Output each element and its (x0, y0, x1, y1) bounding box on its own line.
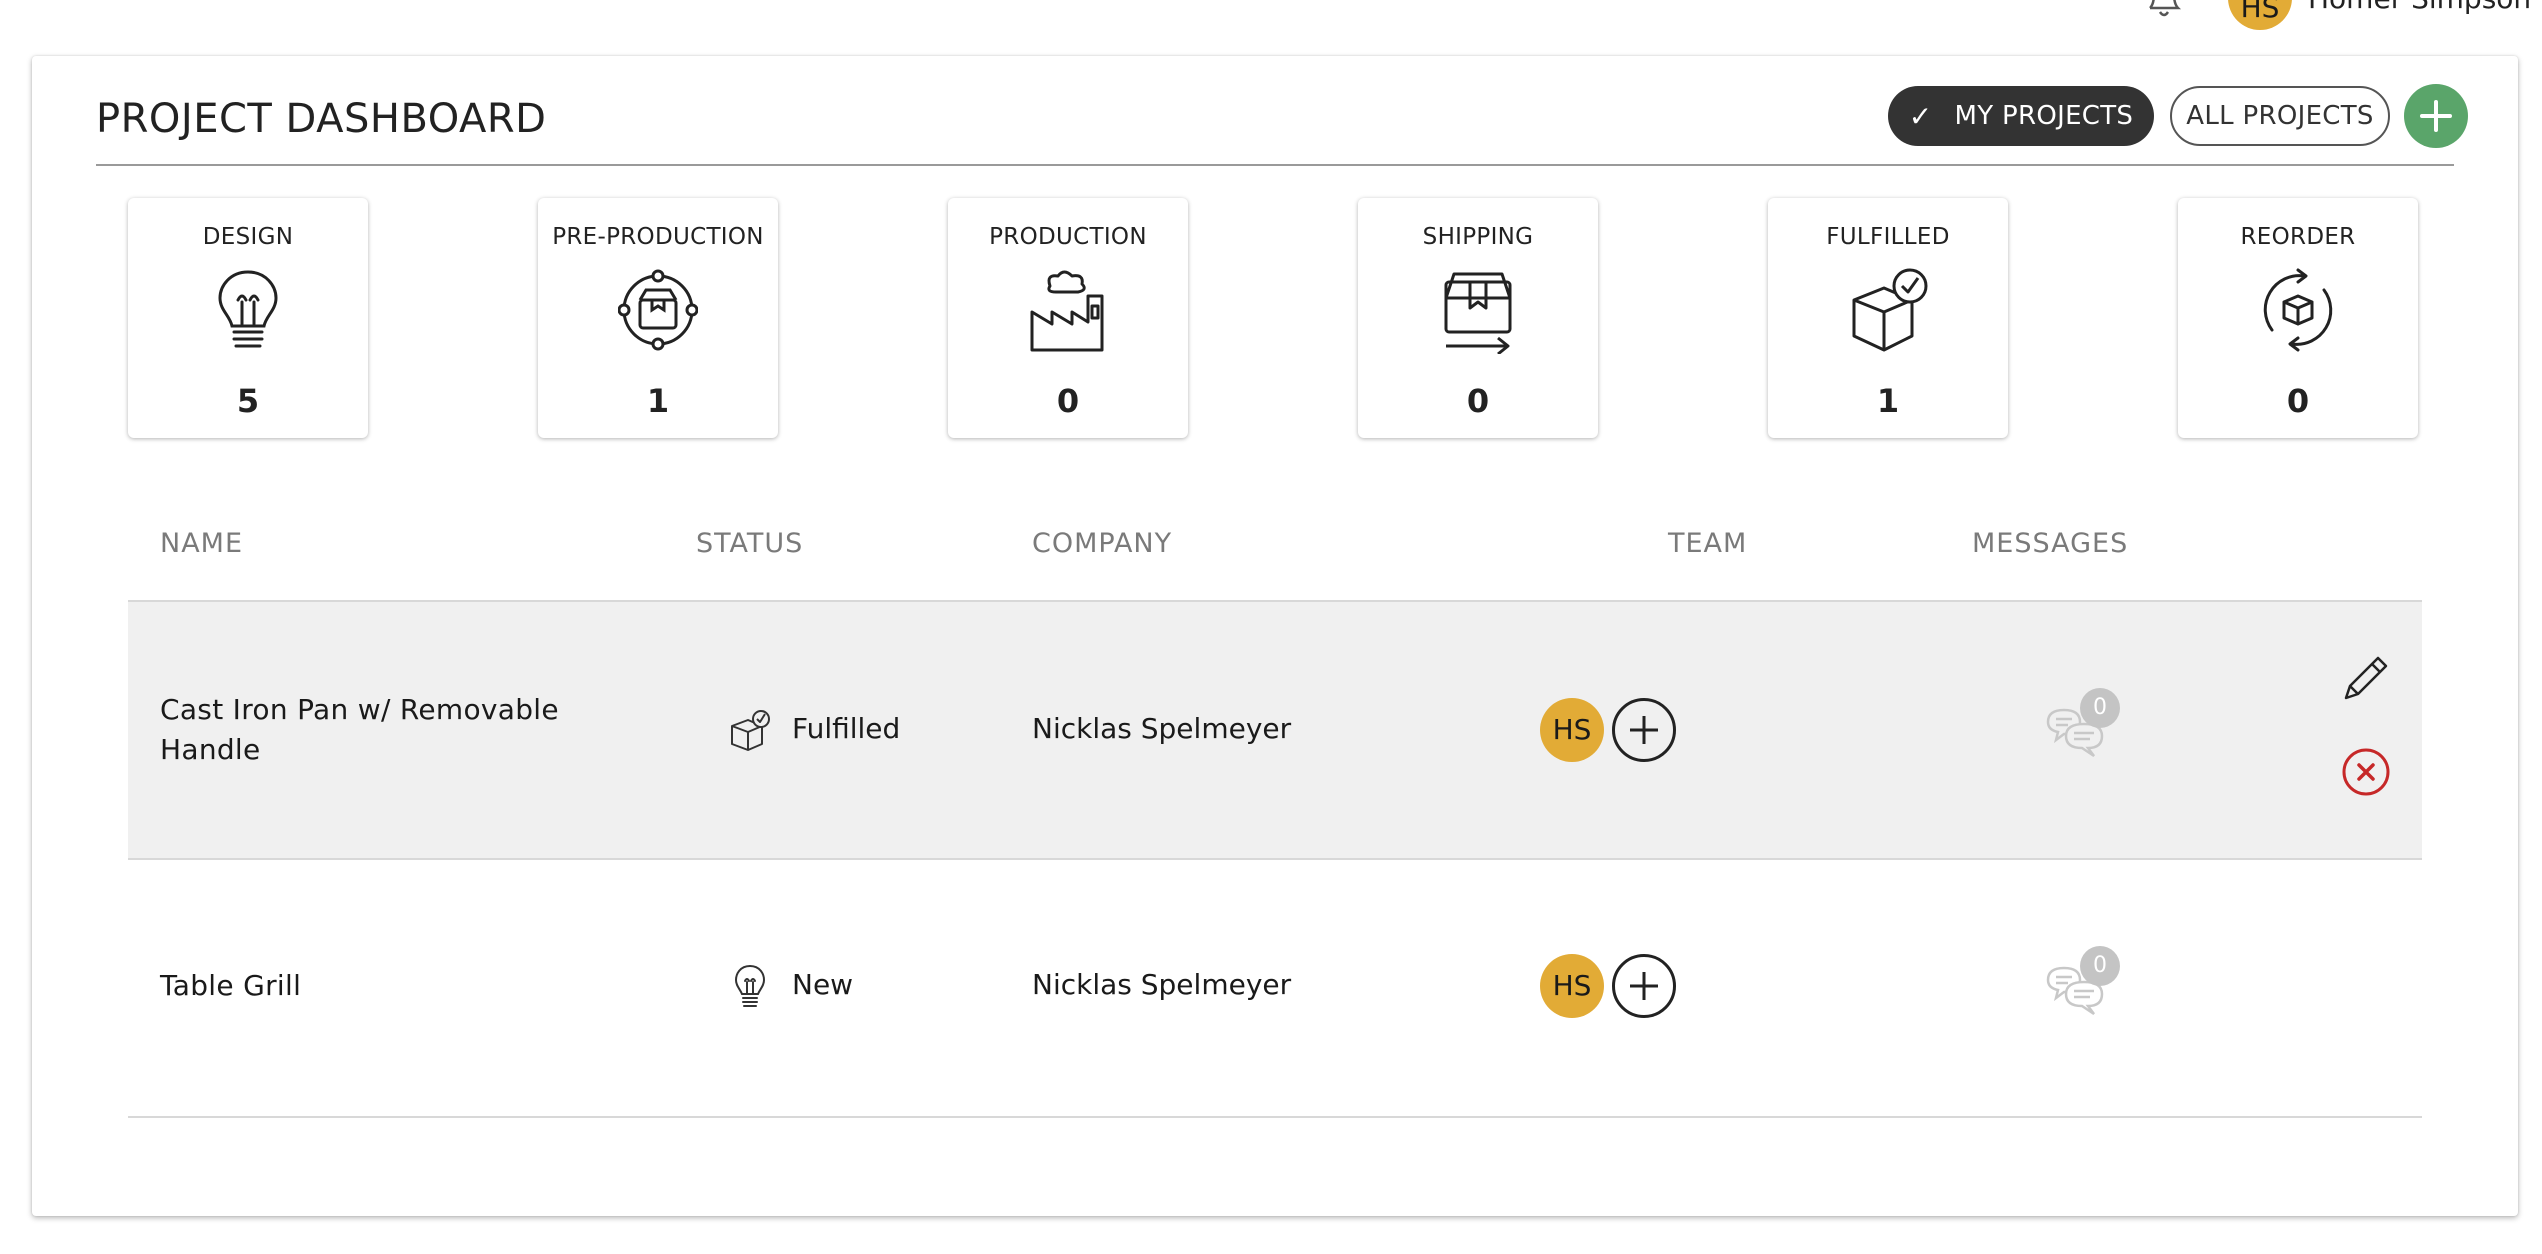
plus-icon (2420, 100, 2452, 132)
messages-button[interactable]: 0 (2044, 946, 2124, 1026)
column-header-company[interactable]: COMPANY (1032, 528, 1172, 559)
add-team-member-button[interactable] (1612, 954, 1676, 1018)
stage-label: DESIGN (202, 224, 294, 250)
my-projects-label: MY PROJECTS (1954, 101, 2134, 131)
check-icon: ✓ (1908, 99, 1933, 133)
project-company: Nicklas Spelmeyer (1032, 968, 1292, 1001)
project-status: New (792, 968, 854, 1001)
top-bar: HS Homer Simpson (0, 0, 2542, 40)
bell-icon (2149, 0, 2182, 17)
shipping-box-icon (1444, 272, 1512, 354)
stage-label: FULFILLED (1826, 224, 1950, 250)
my-projects-filter[interactable]: ✓ MY PROJECTS (1888, 86, 2154, 146)
user-avatar[interactable]: HS (2228, 0, 2292, 30)
box-cycle-icon (618, 269, 698, 351)
plus-icon (1630, 716, 1658, 744)
stage-label: PRE-PRODUCTION (552, 224, 764, 250)
stage-label: SHIPPING (1422, 224, 1534, 250)
team-member-avatar[interactable]: HS (1540, 698, 1604, 762)
stage-design[interactable]: DESIGN 5 (128, 198, 368, 438)
stage-reorder[interactable]: REORDER 0 (2178, 198, 2418, 438)
all-projects-filter[interactable]: ALL PROJECTS (2170, 86, 2390, 146)
page-title: PROJECT DASHBOARD (96, 96, 547, 142)
lightbulb-icon (734, 964, 766, 1007)
message-count-badge: 0 (2080, 946, 2120, 986)
user-name[interactable]: Homer Simpson (2308, 0, 2531, 15)
messages-button[interactable]: 0 (2044, 688, 2124, 768)
box-check-icon (1852, 268, 1928, 352)
project-company: Nicklas Spelmeyer (1032, 712, 1292, 745)
column-header-messages: MESSAGES (1972, 528, 2129, 559)
stage-count: 0 (2286, 382, 2310, 420)
message-count-badge: 0 (2080, 688, 2120, 728)
dashboard-card: PROJECT DASHBOARD ✓ MY PROJECTS ALL PROJ… (32, 56, 2518, 1216)
box-check-icon (731, 710, 770, 751)
stage-count: 1 (1876, 382, 1900, 420)
title-divider (96, 164, 2454, 166)
stage-count: 0 (1466, 382, 1490, 420)
factory-icon (1030, 270, 1104, 352)
stage-count: 1 (646, 382, 670, 420)
stage-count: 5 (236, 382, 260, 420)
column-header-team: TEAM (1668, 528, 1748, 559)
stage-production[interactable]: PRODUCTION 0 (948, 198, 1188, 438)
stage-pre-production[interactable]: PRE-PRODUCTION 1 (538, 198, 778, 438)
stage-count: 0 (1056, 382, 1080, 420)
table-row[interactable]: Table Grill New Nicklas Spelmeyer HS 0 (128, 858, 2422, 1116)
reorder-icon (2263, 268, 2333, 352)
team-member-avatar[interactable]: HS (1540, 954, 1604, 1018)
plus-icon (1630, 972, 1658, 1000)
project-status: Fulfilled (792, 712, 901, 745)
all-projects-label: ALL PROJECTS (2186, 101, 2374, 131)
add-team-member-button[interactable] (1612, 698, 1676, 762)
lightbulb-icon (218, 270, 278, 348)
project-name[interactable]: Table Grill (160, 966, 600, 1006)
column-header-name[interactable]: NAME (160, 528, 243, 559)
stage-shipping[interactable]: SHIPPING 0 (1358, 198, 1598, 438)
stage-label: REORDER (2240, 224, 2356, 250)
column-header-status[interactable]: STATUS (696, 528, 803, 559)
project-name[interactable]: Cast Iron Pan w/ Removable Handle (160, 690, 600, 770)
stage-fulfilled[interactable]: FULFILLED 1 (1768, 198, 2008, 438)
notifications-button[interactable] (2120, 0, 2190, 22)
add-project-button[interactable] (2404, 84, 2468, 148)
stage-label: PRODUCTION (989, 224, 1147, 250)
table-row[interactable]: Cast Iron Pan w/ Removable Handle Fulfil… (128, 600, 2422, 858)
delete-icon[interactable] (2338, 744, 2394, 800)
pencil-icon[interactable] (2338, 650, 2394, 706)
table-bottom-divider (128, 1116, 2422, 1118)
